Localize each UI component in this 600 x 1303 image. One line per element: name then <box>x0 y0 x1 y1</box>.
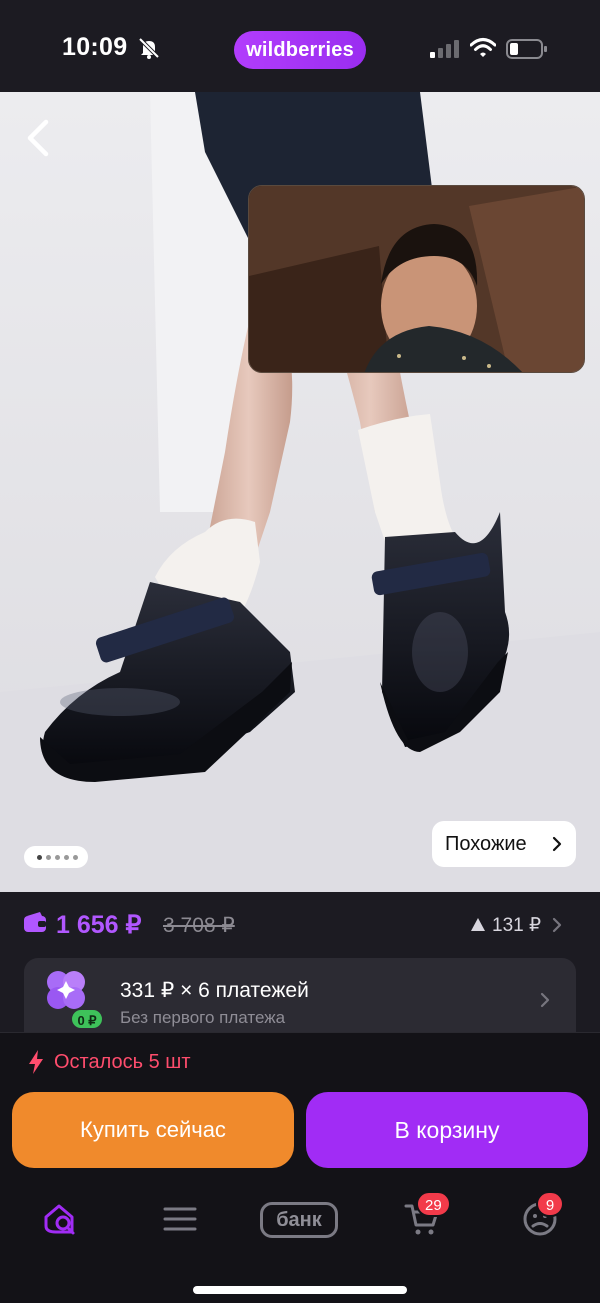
back-button[interactable] <box>20 116 60 160</box>
installment-subtitle: Без первого платежа <box>120 1008 286 1027</box>
tab-cart[interactable]: 29 <box>392 1191 452 1247</box>
cart-count-badge: 29 <box>416 1191 451 1217</box>
home-indicator <box>193 1286 407 1294</box>
home-search-icon <box>44 1204 75 1235</box>
add-to-cart-button[interactable]: В корзину <box>306 1092 588 1168</box>
video-frame <box>249 186 584 372</box>
brand-logo: wildberries <box>234 31 366 69</box>
tab-home[interactable] <box>30 1193 90 1247</box>
tab-profile[interactable]: 9 <box>510 1191 570 1247</box>
chevron-right-icon <box>552 917 562 933</box>
profile-badge: 9 <box>536 1191 564 1217</box>
lightning-icon <box>29 1050 43 1074</box>
installment-flower-icon <box>47 971 85 1009</box>
gallery-pagination <box>24 846 88 868</box>
chevron-right-icon <box>540 992 550 1008</box>
triangle-up-icon <box>471 918 485 931</box>
price-row[interactable]: 1 656 ₽ 3 708 ₽ 131 ₽ <box>0 892 600 958</box>
gallery-dot <box>64 855 69 860</box>
similar-label: Похожие <box>445 833 527 855</box>
chevron-right-icon <box>552 836 562 852</box>
wallet-icon <box>24 912 46 932</box>
tab-bank[interactable]: банк <box>260 1202 338 1238</box>
gallery-dot <box>73 855 78 860</box>
status-time: 10:09 <box>62 33 128 61</box>
tab-catalog[interactable] <box>150 1193 210 1247</box>
status-bar: 10:09 wildberries <box>0 0 600 92</box>
zero-payment-badge: 0 ₽ <box>70 1008 104 1030</box>
old-price: 3 708 ₽ <box>163 914 235 937</box>
battery-icon <box>506 39 547 59</box>
gallery-dot <box>55 855 60 860</box>
installment-card[interactable]: 0 ₽ 331 ₽ × 6 платежей Без первого плате… <box>24 958 576 1032</box>
video-pip-window[interactable] <box>248 185 585 373</box>
current-price: 1 656 ₽ <box>56 911 142 939</box>
wifi-icon <box>470 38 496 57</box>
price-delta: 131 ₽ <box>492 915 542 936</box>
bottom-action-panel: Осталось 5 шт Купить сейчас В корзину ба… <box>0 1032 600 1303</box>
gallery-dot <box>37 855 42 860</box>
signal-icon <box>430 40 459 58</box>
bell-muted-icon <box>138 37 160 59</box>
menu-icon <box>163 1207 197 1231</box>
product-photo[interactable]: Похожие <box>0 92 600 892</box>
similar-button[interactable]: Похожие <box>432 821 576 867</box>
gallery-dot <box>46 855 51 860</box>
stock-text: Осталось 5 шт <box>54 1051 191 1073</box>
buy-now-button[interactable]: Купить сейчас <box>12 1092 294 1168</box>
installment-title: 331 ₽ × 6 платежей <box>120 979 309 1002</box>
bottom-tab-bar: банк 29 9 <box>0 1185 600 1255</box>
